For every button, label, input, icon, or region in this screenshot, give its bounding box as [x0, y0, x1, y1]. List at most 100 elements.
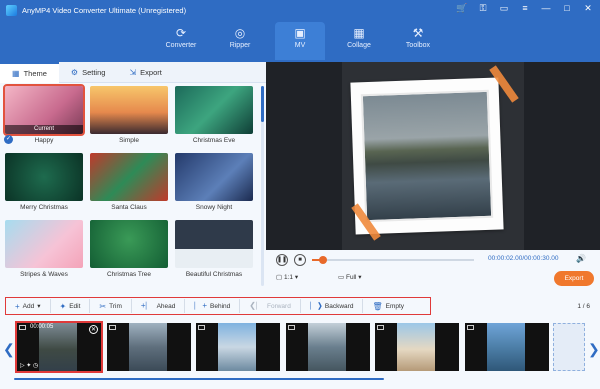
- theme-beautiful-christmas[interactable]: Beautiful Christmas: [175, 220, 253, 283]
- theme-thumbnail: [5, 153, 83, 201]
- behind-icon: ⎸+: [194, 301, 208, 310]
- theme-label: Happy: [34, 137, 54, 144]
- backward-icon: ⎸❯: [309, 301, 322, 310]
- timeline-clip[interactable]: [375, 323, 459, 371]
- chevron-down-icon: ▾: [37, 303, 41, 310]
- clock-icon[interactable]: ◷: [33, 363, 38, 369]
- clip-duration: 00:00:05: [30, 324, 54, 330]
- theme-merry-christmas[interactable]: Merry Christmas: [5, 153, 83, 216]
- timeline-scrollbar[interactable]: [14, 378, 384, 380]
- trim-button[interactable]: ✂ Trim: [90, 299, 132, 313]
- backward-button[interactable]: ⎸❯ Backward: [301, 299, 364, 313]
- window-controls: 🛒 ⚿ ▭ ≡ — □ ✕: [456, 3, 594, 14]
- aspect-value: 1:1: [283, 274, 294, 281]
- minimize-icon[interactable]: —: [540, 3, 552, 14]
- nav-toolbox[interactable]: ⚒ Toolbox: [393, 22, 443, 60]
- app-title: AnyMP4 Video Converter Ultimate (Unregis…: [22, 5, 187, 15]
- theme-label: Snowy Night: [195, 204, 233, 211]
- theme-scrollbar[interactable]: [261, 86, 264, 286]
- theme-label: Santa Claus: [111, 204, 147, 211]
- export-button[interactable]: Export: [554, 271, 594, 286]
- empty-button[interactable]: 🗑 Empty: [363, 299, 413, 313]
- progress-knob[interactable]: [319, 256, 328, 264]
- behind-button[interactable]: ⎸+ Behind: [185, 299, 241, 313]
- add-button[interactable]: + Add ▾: [6, 299, 51, 313]
- theme-snowy-night[interactable]: Snowy Night: [175, 153, 253, 216]
- display-select[interactable]: ▭ Full ▾: [338, 273, 362, 281]
- stop-icon[interactable]: ■: [294, 254, 306, 266]
- nav-mv[interactable]: ▣ MV: [275, 22, 325, 60]
- ripper-icon: ◎: [234, 26, 246, 40]
- video-icon: [109, 325, 116, 330]
- edit-button[interactable]: ✦ Edit: [51, 299, 91, 313]
- preview-image: [360, 89, 494, 223]
- tab-export[interactable]: ⇲ Export: [117, 62, 173, 83]
- page-count: 1 / 6: [577, 303, 590, 310]
- plus-icon: +: [15, 301, 20, 311]
- menu-icon[interactable]: ≡: [519, 3, 531, 14]
- export-icon: ⇲: [129, 68, 137, 77]
- chevron-right-icon[interactable]: ❯: [588, 341, 600, 358]
- forward-icon: ❮⎸: [249, 301, 264, 310]
- volume-icon[interactable]: 🔊: [576, 254, 586, 263]
- theme-thumbnail: [175, 86, 253, 134]
- timeline-clip[interactable]: [465, 323, 549, 371]
- check-icon: ✓: [4, 135, 13, 144]
- edit-label: Edit: [69, 302, 81, 310]
- maximize-icon[interactable]: □: [561, 3, 573, 14]
- progress-bar[interactable]: [312, 256, 474, 264]
- theme-simple[interactable]: Simple: [90, 86, 168, 149]
- pause-icon[interactable]: ❚❚: [276, 254, 288, 266]
- collage-icon: ▦: [353, 26, 365, 40]
- scrollbar-thumb[interactable]: [261, 86, 264, 122]
- theme-santa-claus[interactable]: Santa Claus: [90, 153, 168, 216]
- video-icon: [467, 325, 474, 330]
- tab-setting[interactable]: ⚙ Setting: [59, 62, 118, 83]
- forward-button[interactable]: ❮⎸ Forward: [240, 299, 301, 313]
- theme-christmas-eve[interactable]: Christmas Eve: [175, 86, 253, 149]
- scissors-icon: ✂: [99, 301, 107, 311]
- nav-ripper[interactable]: ◎ Ripper: [215, 22, 265, 60]
- timeline-clip[interactable]: 00:00:05 ✕ ▷ ✦ ◷: [15, 321, 103, 373]
- theme-label: Stripes & Waves: [20, 271, 68, 278]
- empty-label: Empty: [385, 302, 405, 310]
- edit-toolbar: + Add ▾ ✦ Edit ✂ Trim +⎸ Ahead ⎸+ Behind ❮⎸ For…: [0, 291, 600, 319]
- tab-theme[interactable]: ▦ Theme: [0, 62, 59, 83]
- timeline-clip[interactable]: [196, 323, 280, 371]
- chat-icon[interactable]: ▭: [498, 3, 510, 14]
- edit-icon: ✦: [59, 301, 67, 311]
- cart-icon[interactable]: 🛒: [456, 3, 468, 14]
- close-icon[interactable]: ✕: [89, 325, 98, 334]
- clip-thumbnail: [308, 323, 346, 371]
- theme-stripes-waves[interactable]: Stripes & Waves: [5, 220, 83, 283]
- clip-thumbnail: [39, 323, 77, 371]
- video-icon: [288, 325, 295, 330]
- play-icon[interactable]: ▷: [20, 363, 25, 369]
- ahead-button[interactable]: +⎸ Ahead: [132, 299, 186, 313]
- clip-tools: ▷ ✦ ◷: [20, 362, 38, 369]
- timeline-clip[interactable]: [107, 323, 191, 371]
- preview-pane: [266, 62, 600, 250]
- key-icon[interactable]: ⚿: [477, 3, 489, 14]
- theme-christmas-tree[interactable]: Christmas Tree: [90, 220, 168, 283]
- add-clip-slot[interactable]: [553, 323, 585, 371]
- gear-icon: ⚙: [70, 68, 79, 77]
- clip-thumbnail: [129, 323, 167, 371]
- video-icon: [19, 325, 26, 330]
- theme-label: Simple: [119, 137, 139, 144]
- nav-converter[interactable]: ⟳ Converter: [156, 22, 206, 60]
- timeline-clip[interactable]: [286, 323, 370, 371]
- aspect-select[interactable]: ▢ 1:1 ▾: [276, 273, 298, 281]
- theme-happy[interactable]: Current ✓ Happy: [3, 84, 85, 149]
- theme-thumbnail: [175, 220, 253, 268]
- nav-label: MV: [294, 42, 306, 49]
- clip-thumbnail: [397, 323, 435, 371]
- backward-label: Backward: [324, 302, 354, 310]
- chevron-left-icon[interactable]: ❮: [3, 341, 15, 358]
- converter-icon: ⟳: [175, 26, 187, 40]
- edit-icon[interactable]: ✦: [26, 363, 31, 369]
- nav-collage[interactable]: ▦ Collage: [334, 22, 384, 60]
- close-icon[interactable]: ✕: [582, 3, 594, 14]
- theme-label: Beautiful Christmas: [185, 271, 243, 278]
- nav-label: Converter: [165, 42, 197, 49]
